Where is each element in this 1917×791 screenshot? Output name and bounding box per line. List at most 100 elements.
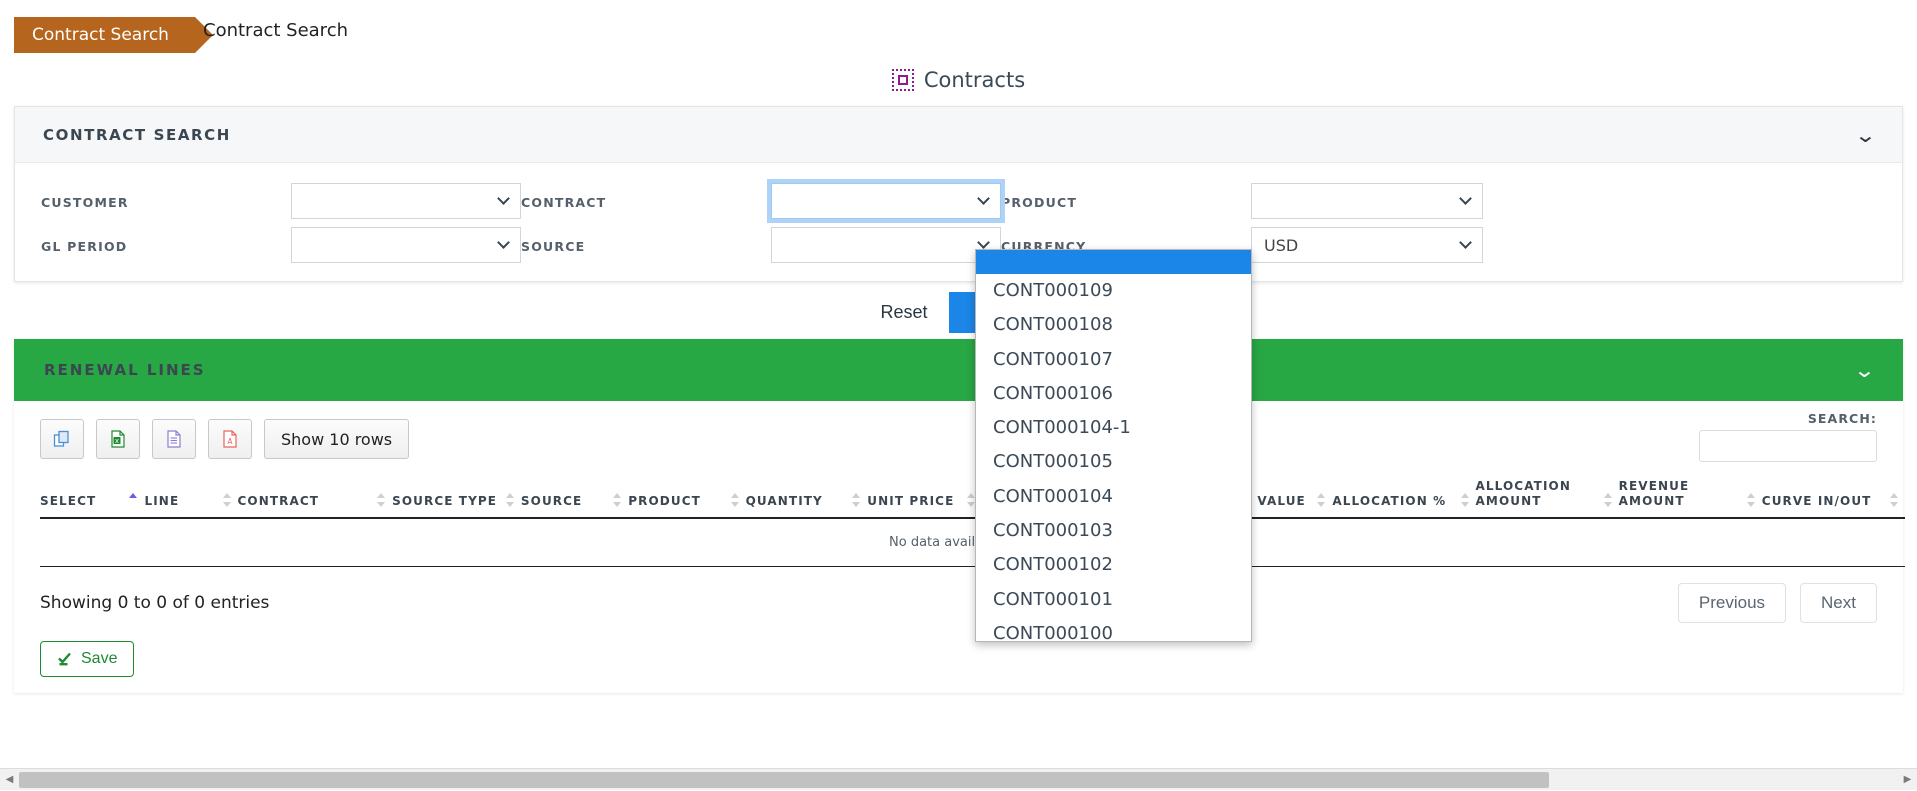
copy-icon [53, 430, 69, 447]
copy-button[interactable] [40, 419, 84, 459]
column-header-contract[interactable]: CONTRACT [237, 475, 393, 519]
table-search-input[interactable] [1699, 430, 1877, 462]
sort-icon [852, 493, 861, 507]
column-header-product[interactable]: PRODUCT [628, 475, 746, 519]
renewal-lines-header: RENEWAL LINES ⌄ [14, 339, 1903, 401]
column-header-revenue-amount[interactable]: REVENUE AMOUNT [1618, 475, 1762, 519]
table-footer: Showing 0 to 0 of 0 entries Previous Nex… [40, 567, 1877, 623]
renewal-lines-title: RENEWAL LINES [44, 361, 206, 379]
dropdown-option-blank[interactable] [976, 250, 1251, 274]
product-label: PRODUCT [1001, 195, 1078, 210]
renewal-lines-panel: RENEWAL LINES ⌄ x A Show 10 rows SEARCH:… [14, 339, 1905, 693]
currency-select[interactable]: USD [1251, 227, 1483, 263]
product-select[interactable] [1251, 183, 1483, 219]
column-header-select[interactable]: SELECT [40, 475, 145, 519]
column-header-line[interactable]: LINE [144, 475, 238, 519]
chevron-down-icon [497, 192, 510, 205]
column-header-curve-in-out[interactable]: CURVE IN/OUT [1761, 475, 1905, 519]
excel-export-button[interactable]: x [96, 419, 140, 459]
contract-select[interactable] [767, 179, 1005, 223]
sort-icon [730, 493, 740, 507]
reset-button[interactable]: Reset [858, 293, 950, 332]
table-search-label: SEARCH: [1807, 411, 1877, 426]
dropdown-option[interactable]: CONT000103 [976, 514, 1251, 548]
chevron-down-icon [977, 236, 990, 249]
scrollbar-thumb[interactable] [19, 771, 1549, 788]
save-button[interactable]: Save [40, 641, 135, 677]
dropdown-option[interactable]: CONT000105 [976, 445, 1251, 479]
chevron-down-icon[interactable]: ⌄ [1853, 360, 1876, 380]
dropdown-option[interactable]: CONT000100 [976, 617, 1251, 641]
table-search: SEARCH: [1699, 411, 1877, 462]
breadcrumb-tag[interactable]: Contract Search [14, 17, 213, 53]
csv-export-button[interactable] [152, 419, 196, 459]
chevron-down-icon [497, 236, 510, 249]
sort-icon [377, 493, 386, 507]
page-title-label: Contracts [923, 68, 1026, 92]
export-toolbar: x A Show 10 rows [40, 419, 1877, 459]
dropdown-option[interactable]: CONT000106 [976, 377, 1251, 411]
pagination: Previous Next [1677, 583, 1877, 623]
svg-text:A: A [227, 437, 233, 446]
renewal-lines-table: SELECT LINE CONTRACT SOURCE TYPE SOURCE … [40, 475, 1905, 567]
show-rows-button[interactable]: Show 10 rows [264, 419, 410, 459]
pdf-icon: A [223, 430, 237, 448]
currency-select-value: USD [1264, 236, 1299, 255]
sort-icon [222, 493, 232, 507]
contract-search-header: CONTRACT SEARCH ⌄ [15, 107, 1902, 163]
dropdown-option[interactable]: CONT000108 [976, 308, 1251, 342]
previous-page-button[interactable]: Previous [1677, 583, 1787, 623]
dropdown-option[interactable]: CONT000104-1 [976, 411, 1251, 445]
excel-icon: x [111, 430, 125, 448]
contract-search-title: CONTRACT SEARCH [43, 125, 231, 144]
svg-text:x: x [115, 437, 119, 445]
table-empty-message: No data available in table [40, 518, 1905, 567]
dropdown-option[interactable]: CONT000104 [976, 480, 1251, 514]
dropdown-option[interactable]: CONT000107 [976, 343, 1251, 377]
column-header-source[interactable]: SOURCE [520, 475, 629, 519]
breadcrumb: Contract Search Contract Search [0, 0, 1917, 62]
column-header-source-type[interactable]: SOURCE TYPE [392, 475, 521, 519]
sort-icon [129, 493, 138, 507]
page-title: Contracts [0, 62, 1917, 92]
sort-icon [1460, 493, 1470, 507]
contracts-dotted-square-icon [891, 69, 914, 91]
scrollbar-track[interactable] [19, 769, 1898, 791]
next-page-button[interactable]: Next [1800, 583, 1877, 623]
dropdown-option[interactable]: CONT000102 [976, 548, 1251, 582]
column-header-allocation-pct[interactable]: ALLOCATION % [1332, 475, 1476, 519]
sort-icon [1603, 493, 1613, 507]
pdf-export-button[interactable]: A [208, 419, 252, 459]
save-icon [58, 652, 71, 666]
source-select[interactable] [771, 227, 1001, 263]
horizontal-scrollbar[interactable]: ◀ ▶ [0, 768, 1917, 790]
column-header-unit-price[interactable]: UNIT PRICE [867, 475, 982, 519]
chevron-down-icon[interactable]: ⌄ [1854, 125, 1877, 145]
chevron-down-icon [1459, 236, 1472, 249]
sort-icon [613, 493, 622, 507]
document-icon [167, 430, 181, 448]
gl-period-select[interactable] [291, 227, 521, 263]
breadcrumb-current: Contract Search [203, 20, 348, 41]
renewal-lines-table-zone: x A Show 10 rows SEARCH: SELECT LINE CON… [14, 401, 1905, 693]
sort-icon [1317, 493, 1326, 507]
sort-icon [1746, 493, 1756, 507]
column-header-allocation-amount[interactable]: ALLOCATION AMOUNT [1475, 475, 1619, 519]
scroll-right-arrow[interactable]: ▶ [1898, 769, 1917, 791]
showing-entries: Showing 0 to 0 of 0 entries [40, 593, 270, 613]
contract-search-form: CUSTOMER CONTRACT PRODUCT GL PERIOD SOUR… [15, 163, 1902, 281]
gl-period-label: GL PERIOD [41, 239, 128, 254]
sort-icon [505, 493, 515, 507]
contract-label: CONTRACT [521, 195, 607, 210]
column-header-quantity[interactable]: QUANTITY [745, 475, 868, 519]
chevron-down-icon [1459, 192, 1472, 205]
customer-select[interactable] [291, 183, 521, 219]
customer-label: CUSTOMER [41, 195, 129, 210]
dropdown-option[interactable]: CONT000101 [976, 583, 1251, 617]
dropdown-option[interactable]: CONT000109 [976, 274, 1251, 308]
search-actions: Reset Search [0, 292, 1917, 333]
sort-icon [1890, 493, 1899, 507]
chevron-down-icon [977, 192, 990, 205]
contract-dropdown-list[interactable]: CONT000109 CONT000108 CONT000107 CONT000106… [975, 249, 1252, 642]
scroll-left-arrow[interactable]: ◀ [0, 769, 19, 791]
